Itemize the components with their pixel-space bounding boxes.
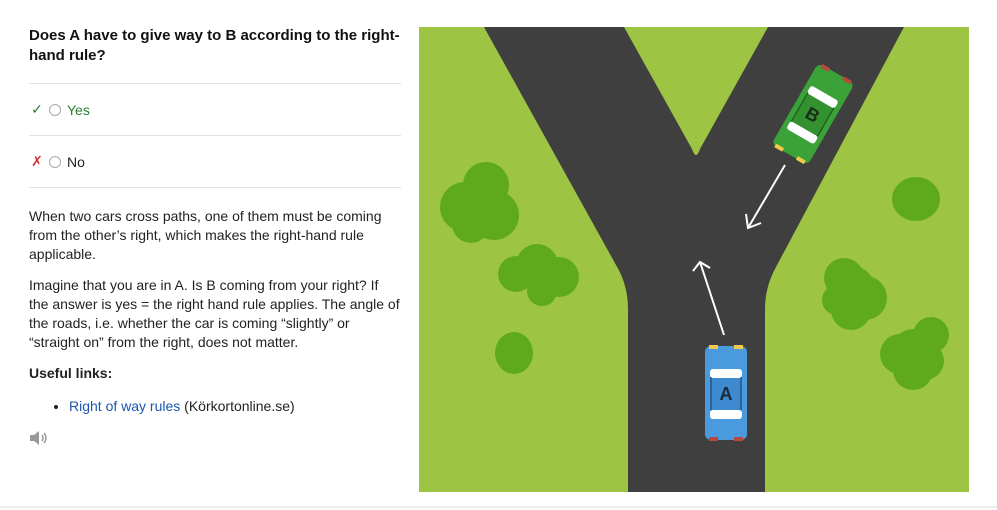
tree-cluster <box>892 177 940 221</box>
explanation-paragraph: Imagine that you are in A. Is B coming f… <box>29 277 400 350</box>
tree-cluster <box>495 332 533 374</box>
divider <box>0 506 997 508</box>
question-text: Does A have to give way to B according t… <box>29 27 400 64</box>
car-a-label: A <box>720 384 733 404</box>
intersection-illustration: A B <box>419 27 969 492</box>
option-yes-label: Yes <box>67 101 90 118</box>
useful-link-item: Right of way rules (Körkortonline.se) <box>69 397 401 416</box>
explanation: When two cars cross paths, one of them m… <box>29 207 401 446</box>
check-icon: ✓ <box>31 101 43 117</box>
option-no-label: No <box>67 153 85 170</box>
useful-links-title: Useful links: <box>29 365 113 381</box>
useful-links-list: Right of way rules (Körkortonline.se) <box>29 397 401 416</box>
radio-no[interactable] <box>49 155 61 168</box>
option-yes[interactable]: ✓ Yes <box>29 83 401 135</box>
question-panel: Does A have to give way to B according t… <box>29 22 401 446</box>
speaker-icon[interactable] <box>29 430 49 446</box>
cross-icon: ✗ <box>31 153 43 169</box>
right-of-way-link[interactable]: Right of way rules <box>69 398 180 414</box>
car-a: A <box>705 345 747 441</box>
link-source: (Körkortonline.se) <box>180 398 295 414</box>
radio-yes[interactable] <box>49 103 61 116</box>
explanation-paragraph: When two cars cross paths, one of them m… <box>29 208 382 262</box>
option-no[interactable]: ✗ No <box>29 135 401 188</box>
